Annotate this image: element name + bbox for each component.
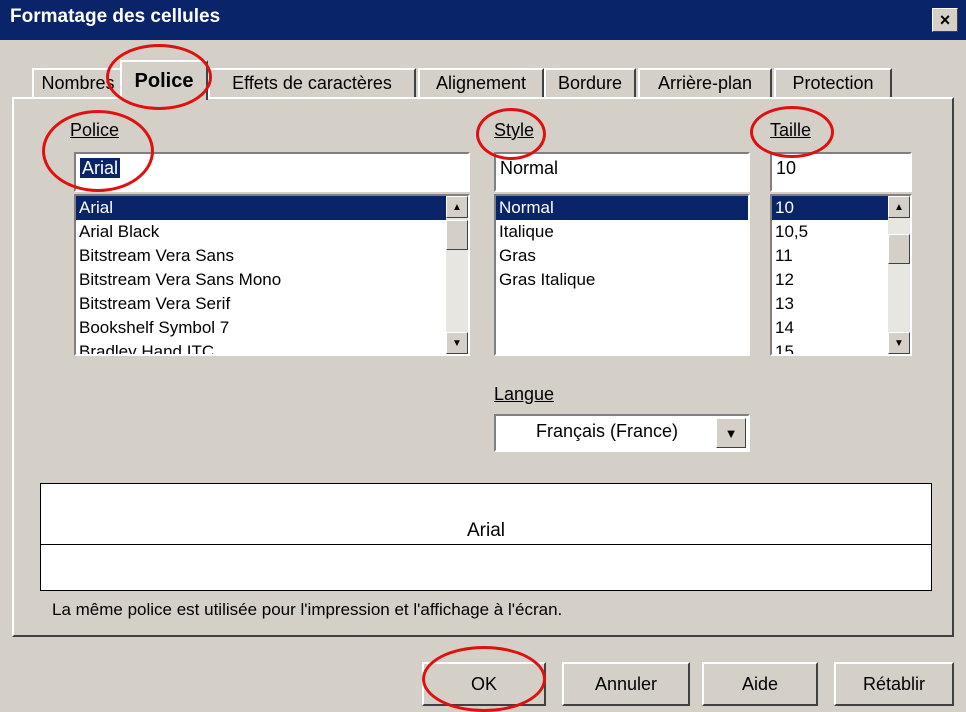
font-list-scrollbar[interactable]: ▲ ▼ (446, 196, 468, 354)
list-item[interactable]: Arial (76, 196, 468, 220)
tab-label: Arrière-plan (657, 73, 753, 93)
style-input[interactable]: Normal (494, 152, 750, 192)
scroll-up-button[interactable]: ▲ (888, 196, 910, 218)
font-label: Police (70, 120, 119, 141)
font-name-input[interactable]: Arial (74, 152, 470, 192)
style-value: Normal (500, 158, 559, 178)
tab-label: Police (134, 69, 194, 92)
size-list-scrollbar[interactable]: ▲ ▼ (888, 196, 910, 354)
preview-note: La même police est utilisée pour l'impre… (52, 600, 563, 619)
list-item[interactable]: Gras Italique (496, 268, 748, 292)
chevron-down-icon: ▼ (724, 425, 738, 441)
list-item[interactable]: Arial Black (76, 220, 468, 244)
tab-label: Alignement (435, 73, 527, 93)
list-item[interactable]: Italique (496, 220, 748, 244)
list-item[interactable]: Bookshelf Symbol 7 (76, 316, 468, 340)
cancel-button[interactable]: Annuler (562, 662, 690, 706)
help-button[interactable]: Aide (702, 662, 818, 706)
font-preview: Arial (40, 483, 932, 591)
tab-label: Effets de caractères (232, 73, 392, 93)
list-item[interactable]: Bitstream Vera Sans (76, 244, 468, 268)
style-label: Style (494, 120, 534, 141)
list-item[interactable]: Bitstream Vera Sans Mono (76, 268, 468, 292)
size-value: 10 (776, 158, 797, 178)
reset-button-label: Rétablir (862, 673, 926, 694)
tab-arriere-plan[interactable]: Arrière-plan (638, 68, 772, 97)
preview-baseline (41, 544, 931, 545)
arrow-up-icon: ▲ (894, 201, 904, 213)
arrow-down-icon: ▼ (452, 337, 462, 349)
language-value: Français (France) (536, 421, 679, 441)
tab-label: Bordure (557, 73, 623, 93)
tab-protection[interactable]: Protection (774, 68, 892, 97)
arrow-down-icon: ▼ (894, 337, 904, 349)
scroll-up-button[interactable]: ▲ (446, 196, 468, 218)
language-select[interactable]: Français (France) (494, 414, 750, 452)
title-bar: Formatage des cellules × (0, 0, 966, 40)
help-button-label: Aide (741, 673, 779, 694)
ok-button[interactable]: OK (422, 662, 546, 706)
tab-label: Nombres (41, 73, 115, 93)
close-icon: × (939, 10, 951, 30)
window-title: Formatage des cellules (10, 6, 221, 27)
tab-alignement[interactable]: Alignement (418, 68, 544, 97)
tab-nombres[interactable]: Nombres (32, 68, 124, 97)
list-item[interactable]: Gras (496, 244, 748, 268)
tab-bordure[interactable]: Bordure (544, 68, 636, 97)
list-item[interactable]: Bitstream Vera Serif (76, 292, 468, 316)
preview-text: Arial (466, 520, 505, 541)
font-name-value: Arial (80, 158, 121, 178)
size-list[interactable]: 10 10,5 11 12 13 14 15 ▲ ▼ (770, 194, 912, 356)
cancel-button-label: Annuler (594, 673, 658, 694)
arrow-up-icon: ▲ (452, 201, 462, 213)
reset-button[interactable]: Rétablir (834, 662, 954, 706)
scroll-thumb[interactable] (888, 234, 910, 264)
font-label-text: Police (70, 120, 120, 140)
language-label-text: Langue (494, 384, 555, 404)
language-dropdown-button[interactable]: ▼ (716, 418, 746, 448)
close-button[interactable]: × (932, 8, 958, 32)
list-item[interactable]: Bradley Hand ITC (76, 340, 468, 354)
list-item[interactable]: Normal (496, 196, 748, 220)
ok-button-label: OK (470, 673, 497, 694)
scroll-thumb[interactable] (446, 220, 468, 250)
tab-police[interactable]: Police (120, 60, 208, 100)
style-label-text: Style (494, 120, 535, 140)
size-input[interactable]: 10 (770, 152, 912, 192)
language-label: Langue (494, 384, 554, 405)
size-label: Taille (770, 120, 811, 141)
tab-effets-de-caracteres[interactable]: Effets de caractères (208, 68, 416, 97)
scroll-down-button[interactable]: ▼ (446, 332, 468, 354)
font-list[interactable]: Arial Arial Black Bitstream Vera Sans Bi… (74, 194, 470, 356)
size-label-text: Taille (770, 120, 812, 140)
tab-label: Protection (792, 73, 874, 93)
scroll-down-button[interactable]: ▼ (888, 332, 910, 354)
style-list[interactable]: Normal Italique Gras Gras Italique (494, 194, 750, 356)
